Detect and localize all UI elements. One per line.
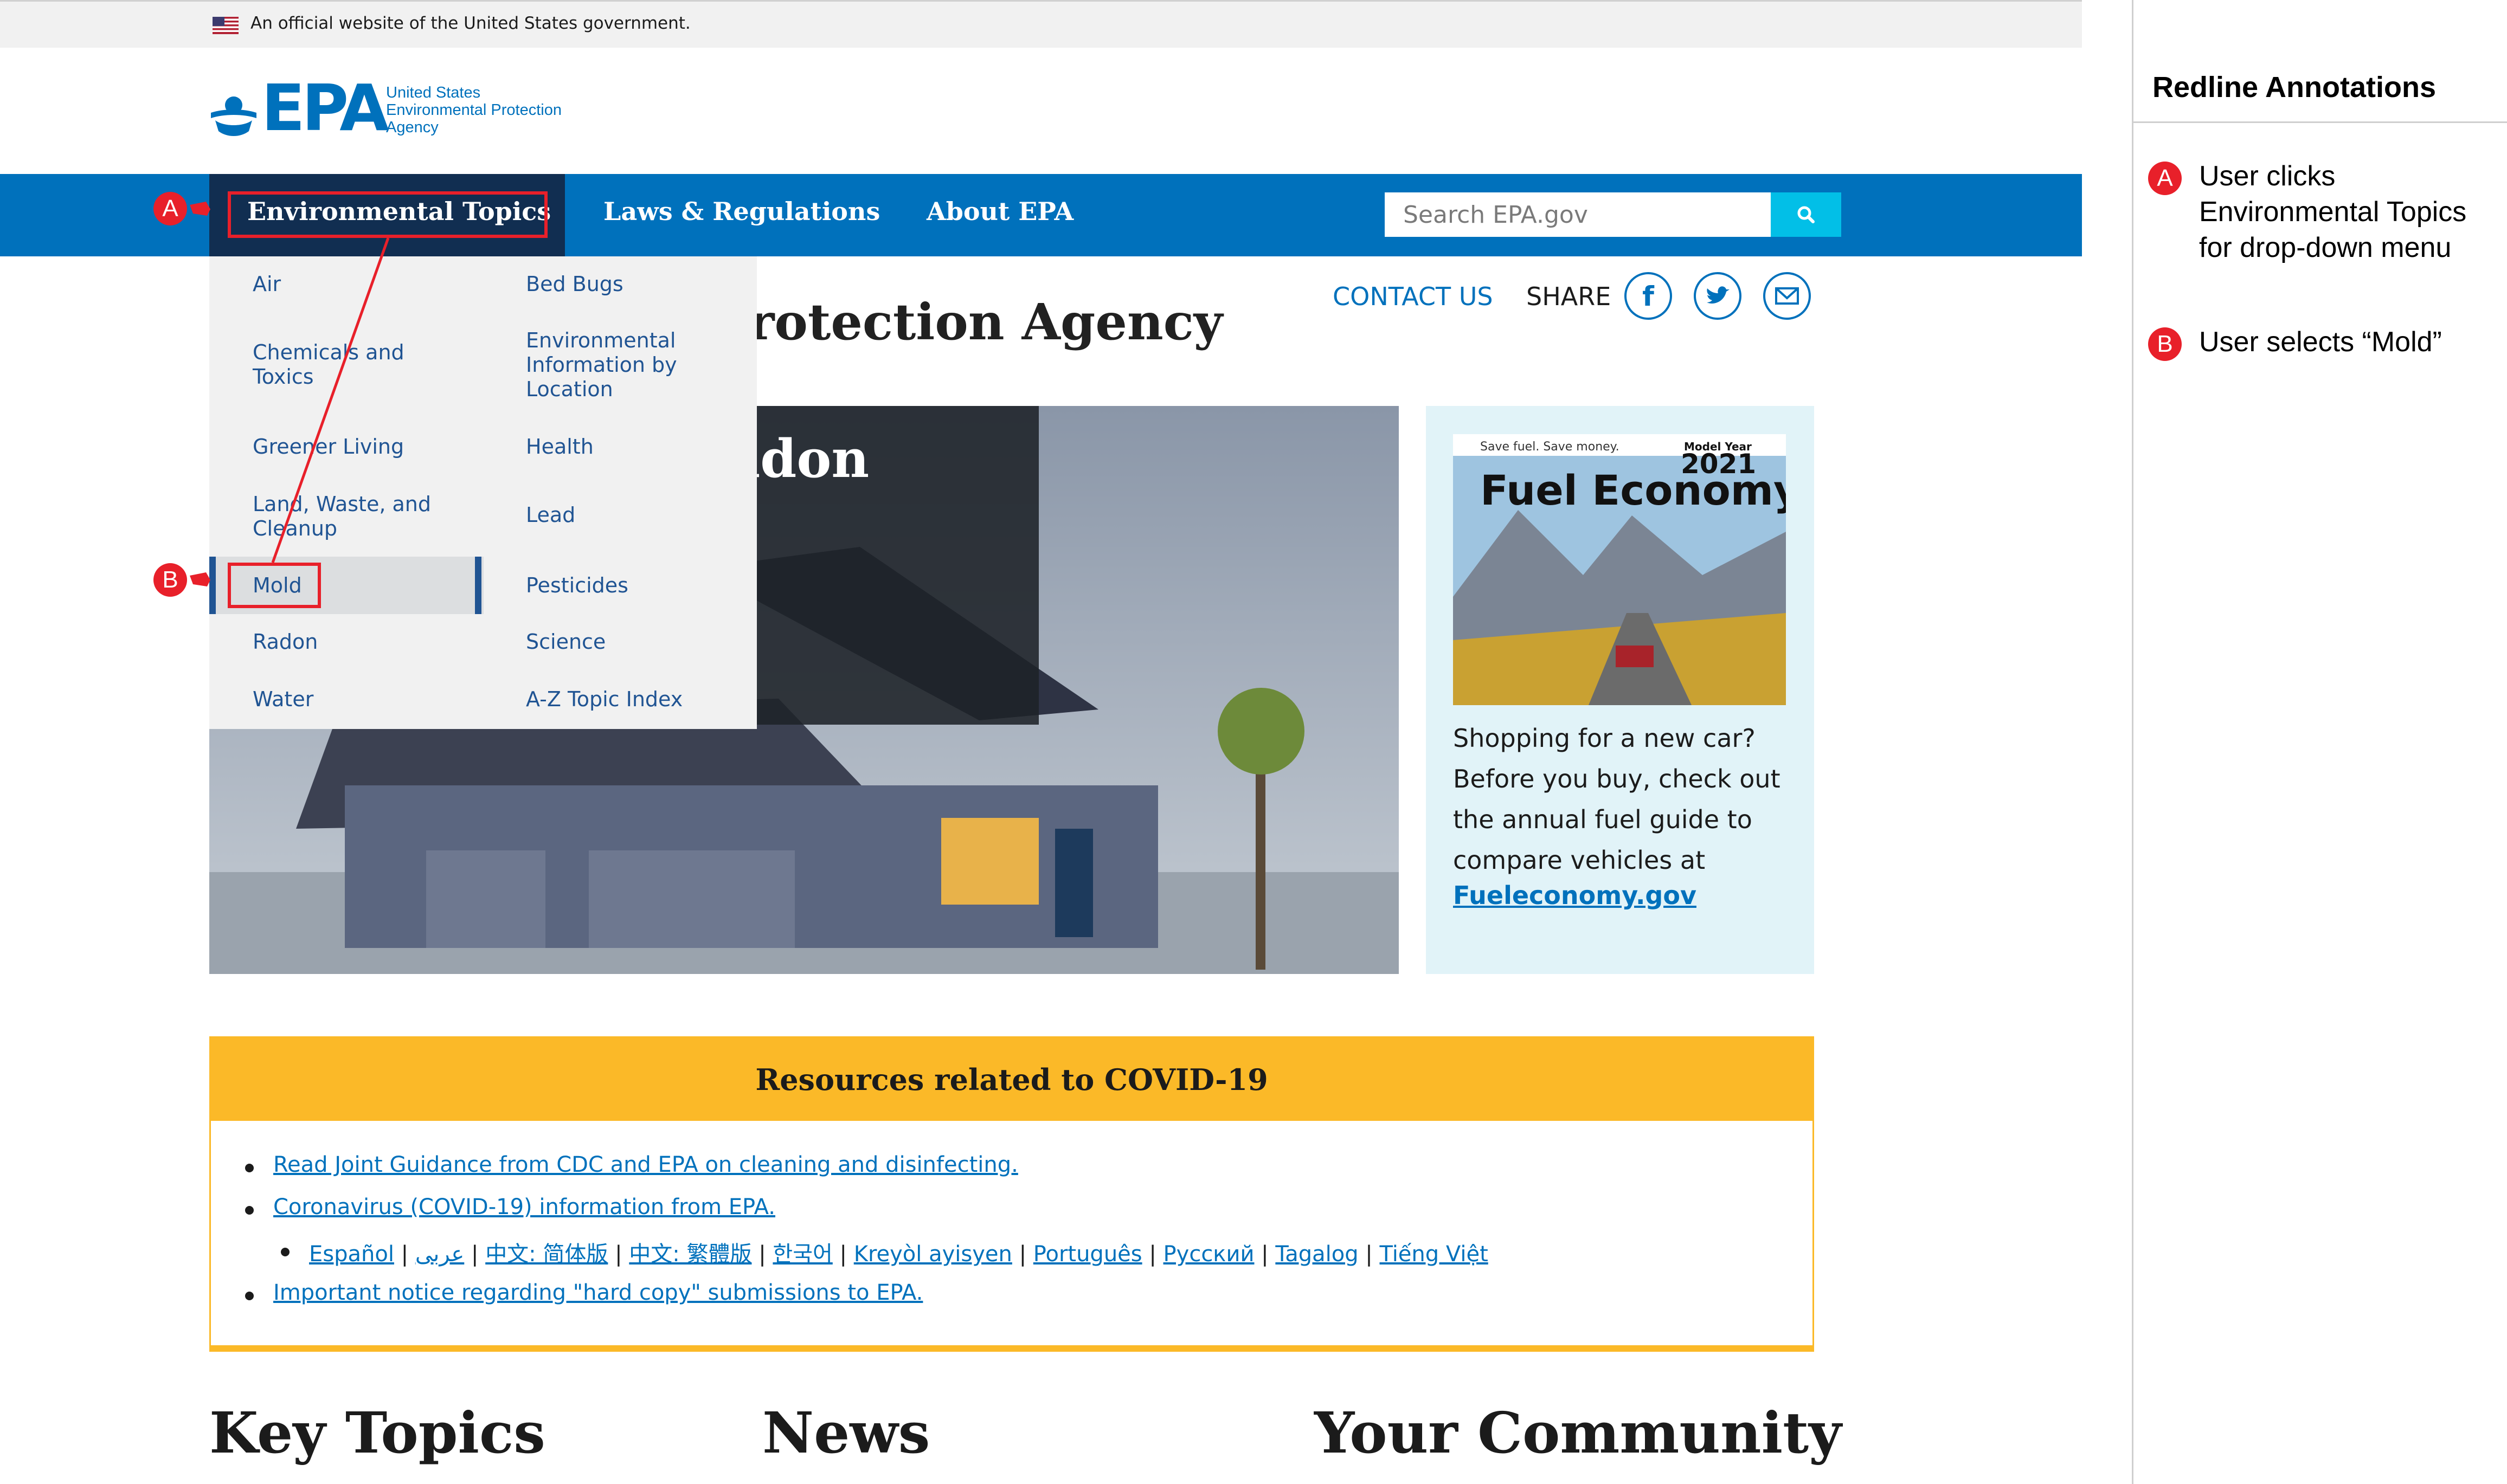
covid-link-hard-copy[interactable]: Important notice regarding "hard copy" s… [273,1280,923,1305]
lang-link-chinese-simplified[interactable]: 中文: 简体版 [485,1242,608,1267]
bullet [245,1164,254,1172]
lang-link-russian[interactable]: Русский [1163,1242,1255,1267]
annotation-connector-line [190,202,390,586]
annotation-note-a: User clicks Environmental Topics for dro… [2199,160,2467,263]
annotation-marker-a: A [153,192,187,225]
lang-link-vietnamese[interactable]: Tiếng Việt [1379,1242,1488,1267]
annotation-panel-divider [2132,121,2507,123]
covid-link-info[interactable]: Coronavirus (COVID-19) information from … [273,1195,775,1220]
covid-link-cleaning[interactable]: Read Joint Guidance from CDC and EPA on … [273,1152,1018,1177]
dropdown-item-water[interactable]: Water [253,687,432,712]
annotation-list-marker-b: B [2148,327,2182,361]
heading-key-topics: Key Topics [209,1399,545,1466]
heading-your-community: Your Community [1314,1399,1842,1466]
covid-title: Resources related to COVID-19 [755,1062,1268,1097]
lang-link-haitian-creole[interactable]: Kreyòl ayisyen [854,1242,1012,1267]
lang-link-portuguese[interactable]: Português [1033,1242,1142,1267]
language-links: Español | عربى | 中文: 简体版 | 中文: 繁體版 | 한국어… [309,1242,1488,1267]
annotation-list-marker-a: A [2148,162,2182,195]
annotation-note-b: User selects “Mold” [2199,326,2442,358]
bullet [245,1292,254,1300]
lang-link-tagalog[interactable]: Tagalog [1275,1242,1358,1267]
bullet [245,1206,254,1215]
lang-link-korean[interactable]: 한국어 [773,1242,832,1267]
lang-link-chinese-traditional[interactable]: 中文: 繁體版 [629,1242,751,1267]
lang-link-arabic[interactable]: عربى [415,1242,464,1267]
dropdown-item-az-index[interactable]: A-Z Topic Index [526,687,732,712]
epa-homepage: An official website of the United States… [0,0,2082,1484]
bullet [281,1248,290,1256]
annotation-marker-b: B [153,563,187,597]
fueleconomy-link[interactable]: Fueleconomy.gov [1453,881,1696,910]
heading-news: News [762,1399,930,1466]
promo-text: Shopping for a new car? Before you buy, … [1453,724,1780,875]
lang-link-spanish[interactable]: Español [309,1242,394,1267]
annotation-panel-title: Redline Annotations [2152,71,2436,104]
